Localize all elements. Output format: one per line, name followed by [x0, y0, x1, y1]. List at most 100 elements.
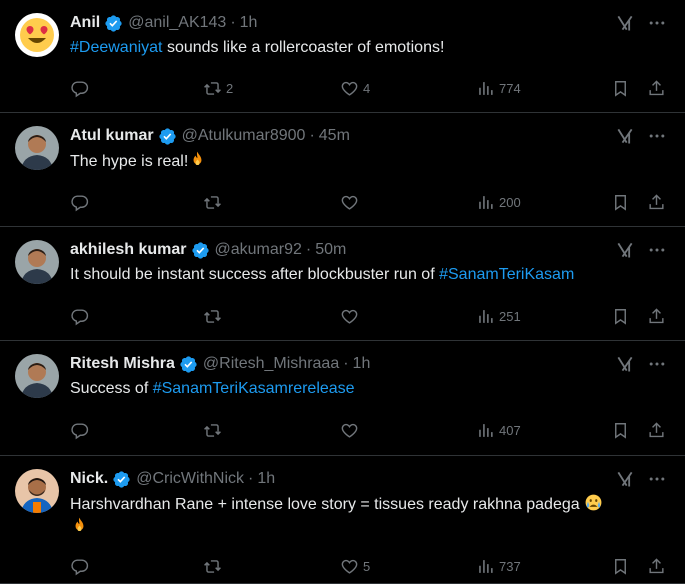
- bar-chart-icon: [476, 79, 495, 98]
- reply-button[interactable]: [70, 554, 89, 578]
- user-handle[interactable]: @akumar92: [215, 241, 302, 259]
- tweet-actions: 5 737: [70, 554, 670, 578]
- tweet-card[interactable]: Anil @anil_AK143 · 1h #Deewaniyat sounds lik…: [0, 0, 685, 113]
- heart-icon: [340, 557, 359, 576]
- user-handle[interactable]: @anil_AK143: [128, 14, 226, 32]
- views-count: 737: [499, 558, 521, 574]
- views-count: 200: [499, 194, 521, 210]
- grok-icon[interactable]: [615, 354, 635, 374]
- like-button[interactable]: [340, 418, 359, 442]
- timestamp[interactable]: 1h: [353, 355, 371, 373]
- share-icon: [647, 557, 666, 576]
- cricketer-photo-avatar: [15, 469, 59, 513]
- share-button[interactable]: [647, 190, 666, 214]
- tweet-header: Atul kumar @Atulkumar8900 · 45m: [70, 125, 350, 147]
- share-button[interactable]: [647, 418, 666, 442]
- likes-count: 5: [363, 558, 371, 574]
- bookmark-button[interactable]: [611, 76, 630, 100]
- bookmark-icon: [611, 557, 630, 576]
- man-photo-avatar: [15, 354, 59, 398]
- display-name[interactable]: akhilesh kumar: [70, 241, 187, 259]
- tweet-card[interactable]: Ritesh Mishra @Ritesh_Mishraaa · 1h Success …: [0, 341, 685, 456]
- hashtag-link[interactable]: #Deewaniyat: [70, 39, 163, 56]
- views-count: 407: [499, 422, 521, 438]
- grok-icon[interactable]: [615, 126, 635, 146]
- user-handle[interactable]: @Atulkumar8900: [182, 127, 306, 145]
- user-handle[interactable]: @CricWithNick: [136, 470, 244, 488]
- timestamp[interactable]: 1h: [240, 14, 258, 32]
- bookmark-icon: [611, 307, 630, 326]
- grok-icon[interactable]: [615, 13, 635, 33]
- timestamp[interactable]: 1h: [257, 470, 275, 488]
- bookmark-button[interactable]: [611, 304, 630, 328]
- grok-icon[interactable]: [615, 240, 635, 260]
- views-button[interactable]: 737: [476, 554, 521, 578]
- avatar[interactable]: [15, 240, 59, 284]
- views-button[interactable]: 200: [476, 190, 521, 214]
- retweet-button[interactable]: [203, 418, 222, 442]
- hashtag-link[interactable]: #SanamTeriKasamrerelease: [153, 380, 355, 397]
- tweet-card[interactable]: Nick. @CricWithNick · 1h Harshvardhan Rane +…: [0, 456, 685, 584]
- views-button[interactable]: 407: [476, 418, 521, 442]
- tweet-card[interactable]: akhilesh kumar @akumar92 · 50m It should be …: [0, 227, 685, 341]
- heart-icon: [340, 421, 359, 440]
- like-button[interactable]: 5: [340, 554, 370, 578]
- tweet-header: Ritesh Mishra @Ritesh_Mishraaa · 1h: [70, 353, 370, 375]
- like-button[interactable]: 4: [340, 76, 370, 100]
- more-options-icon[interactable]: [647, 354, 667, 374]
- timestamp[interactable]: 50m: [315, 241, 346, 259]
- likes-count: 4: [363, 80, 371, 96]
- fire-emoji-icon: [188, 151, 207, 170]
- views-button[interactable]: 774: [476, 76, 521, 100]
- separator-dot: ·: [343, 355, 349, 372]
- grok-icon[interactable]: [615, 469, 635, 489]
- separator-dot: ·: [248, 470, 254, 487]
- share-icon: [647, 79, 666, 98]
- share-button[interactable]: [647, 76, 666, 100]
- share-button[interactable]: [647, 554, 666, 578]
- bookmark-button[interactable]: [611, 190, 630, 214]
- display-name[interactable]: Ritesh Mishra: [70, 355, 175, 373]
- retweet-button[interactable]: [203, 190, 222, 214]
- bookmark-icon: [611, 79, 630, 98]
- more-options-icon[interactable]: [647, 240, 667, 260]
- share-button[interactable]: [647, 304, 666, 328]
- reply-icon: [70, 79, 89, 98]
- more-options-icon[interactable]: [647, 126, 667, 146]
- display-name[interactable]: Nick.: [70, 470, 108, 488]
- timestamp[interactable]: 45m: [319, 127, 350, 145]
- hashtag-link[interactable]: #SanamTeriKasam: [439, 266, 574, 283]
- tweet-actions: 407: [70, 418, 670, 442]
- more-options-icon[interactable]: [647, 469, 667, 489]
- separator-dot: ·: [309, 127, 315, 144]
- display-name[interactable]: Atul kumar: [70, 127, 154, 145]
- bar-chart-icon: [476, 421, 495, 440]
- bookmark-button[interactable]: [611, 418, 630, 442]
- like-button[interactable]: [340, 304, 359, 328]
- reply-button[interactable]: [70, 190, 89, 214]
- retweet-icon: [203, 193, 222, 212]
- bookmark-button[interactable]: [611, 554, 630, 578]
- avatar[interactable]: [15, 469, 59, 513]
- display-name[interactable]: Anil: [70, 14, 100, 32]
- tweet-card[interactable]: Atul kumar @Atulkumar8900 · 45m The hype is …: [0, 113, 685, 227]
- views-button[interactable]: 251: [476, 304, 521, 328]
- retweet-icon: [203, 307, 222, 326]
- avatar[interactable]: [15, 126, 59, 170]
- retweet-button[interactable]: [203, 304, 222, 328]
- tweet-header: akhilesh kumar @akumar92 · 50m: [70, 239, 346, 261]
- reply-button[interactable]: [70, 418, 89, 442]
- retweet-button[interactable]: 2: [203, 76, 233, 100]
- tweet-text: Success of #SanamTeriKasamrerelease: [70, 378, 670, 400]
- more-options-icon[interactable]: [647, 13, 667, 33]
- tweet-text: The hype is real!: [70, 150, 670, 173]
- retweet-button[interactable]: [203, 554, 222, 578]
- avatar[interactable]: [15, 13, 59, 57]
- reply-button[interactable]: [70, 304, 89, 328]
- avatar[interactable]: [15, 354, 59, 398]
- man-photo-avatar: [15, 240, 59, 284]
- like-button[interactable]: [340, 190, 359, 214]
- reply-button[interactable]: [70, 76, 89, 100]
- share-icon: [647, 193, 666, 212]
- user-handle[interactable]: @Ritesh_Mishraaa: [203, 355, 339, 373]
